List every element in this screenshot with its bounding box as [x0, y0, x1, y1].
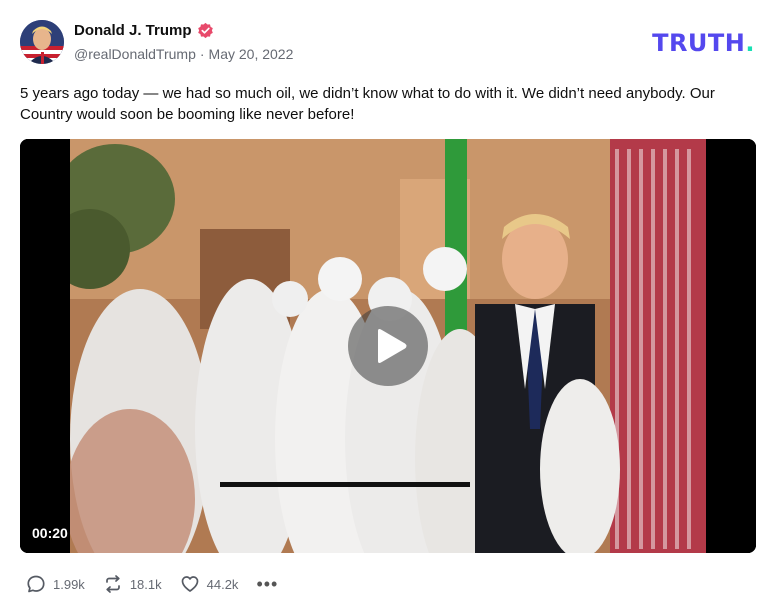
play-button[interactable]	[348, 306, 428, 386]
meta-separator: ·	[199, 46, 205, 62]
author-handle[interactable]: @realDonaldTrump	[74, 46, 196, 62]
logo-text: TRUTH	[652, 29, 746, 57]
video-duration: 00:20	[32, 525, 68, 541]
reply-icon	[27, 575, 45, 593]
avatar[interactable]	[20, 20, 64, 64]
post-text: 5 years ago today — we had so much oil, …	[20, 85, 715, 123]
post-date[interactable]: May 20, 2022	[209, 46, 294, 62]
like-count: 44.2k	[206, 576, 239, 592]
truth-social-logo: TRUTH.	[652, 29, 755, 57]
logo-dot: .	[745, 29, 755, 57]
author-meta: @realDonaldTrump · May 20, 2022	[74, 46, 293, 62]
reply-count: 1.99k	[53, 576, 85, 592]
author-name-row: Donald J. Trump	[74, 22, 214, 39]
truth-post: Donald J. Trump @realDonaldTrump · May 2…	[0, 0, 777, 615]
verified-badge-icon	[197, 22, 214, 39]
heart-icon	[181, 576, 198, 592]
play-icon	[378, 329, 407, 363]
reply-button[interactable]: 1.99k	[26, 574, 85, 594]
retruth-count: 18.1k	[129, 576, 162, 592]
more-options-icon[interactable]: •••	[256, 574, 278, 594]
display-name[interactable]: Donald J. Trump	[74, 22, 192, 39]
like-button[interactable]: 44.2k	[180, 574, 239, 594]
retruth-button[interactable]: 18.1k	[103, 574, 162, 594]
post-actions: 1.99k 18.1k 44.2k •••	[26, 574, 278, 594]
retruth-icon	[105, 575, 120, 593]
video-player[interactable]: 00:20	[20, 139, 756, 553]
